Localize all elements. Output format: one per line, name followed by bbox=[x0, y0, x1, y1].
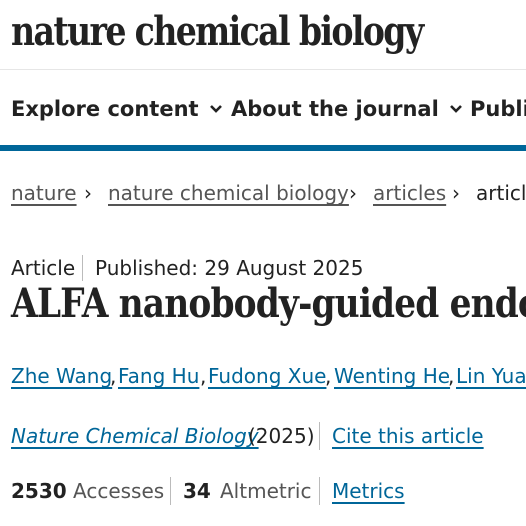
author-link[interactable]: Fang Hu bbox=[118, 364, 199, 388]
author-link[interactable]: Lin Yua bbox=[456, 364, 526, 388]
chevron-down-icon bbox=[209, 105, 222, 113]
cite-this-article-link[interactable]: Cite this article bbox=[332, 424, 484, 448]
author-link[interactable]: Fudong Xue bbox=[208, 364, 326, 388]
chevron-right-icon: › bbox=[84, 181, 92, 205]
breadcrumb-nature-chemical-biology[interactable]: nature chemical biology bbox=[108, 181, 349, 205]
chevron-right-icon: › bbox=[349, 181, 357, 205]
nav-publish-label: Publis bbox=[470, 97, 526, 121]
journal-link[interactable]: Nature Chemical Biology bbox=[11, 424, 259, 448]
metrics-link[interactable]: Metrics bbox=[332, 479, 405, 503]
publication-year: (2025) bbox=[248, 424, 315, 448]
metrics-divider bbox=[170, 477, 171, 505]
chevron-down-icon bbox=[449, 105, 462, 113]
nav-about-journal[interactable]: About the journal bbox=[231, 97, 463, 121]
breadcrumb-nature[interactable]: nature bbox=[11, 181, 77, 205]
altmetric-label: Altmetric bbox=[220, 479, 312, 503]
accesses-label: Accesses bbox=[73, 479, 165, 503]
author-link[interactable]: Zhe Wang bbox=[11, 364, 112, 388]
altmetric-score: 34 bbox=[183, 479, 211, 503]
header-divider bbox=[0, 69, 526, 70]
nav-about-journal-label: About the journal bbox=[231, 97, 439, 121]
nav-accent-bar bbox=[0, 145, 526, 151]
accesses-count: 2530 bbox=[11, 479, 67, 503]
author-separator: , bbox=[448, 364, 455, 388]
article-title: ALFA nanobody-guided endo bbox=[11, 280, 526, 327]
breadcrumb-current: article bbox=[476, 181, 526, 205]
nav-explore-content[interactable]: Explore content bbox=[11, 97, 223, 121]
author-separator: , bbox=[200, 364, 207, 388]
article-type: Article bbox=[11, 256, 76, 280]
published-date: Published: 29 August 2025 bbox=[95, 256, 364, 280]
author-link[interactable]: Wenting He bbox=[334, 364, 450, 388]
metrics-divider bbox=[319, 477, 320, 505]
breadcrumb-articles[interactable]: articles bbox=[373, 181, 446, 205]
chevron-right-icon: › bbox=[452, 181, 460, 205]
meta-divider bbox=[82, 255, 83, 281]
author-separator: , bbox=[110, 364, 117, 388]
journal-logo[interactable]: nature chemical biology bbox=[11, 8, 424, 55]
nav-explore-content-label: Explore content bbox=[11, 97, 199, 121]
author-separator: , bbox=[325, 364, 332, 388]
nav-publish[interactable]: Publis bbox=[470, 97, 526, 121]
cite-divider bbox=[319, 422, 320, 450]
